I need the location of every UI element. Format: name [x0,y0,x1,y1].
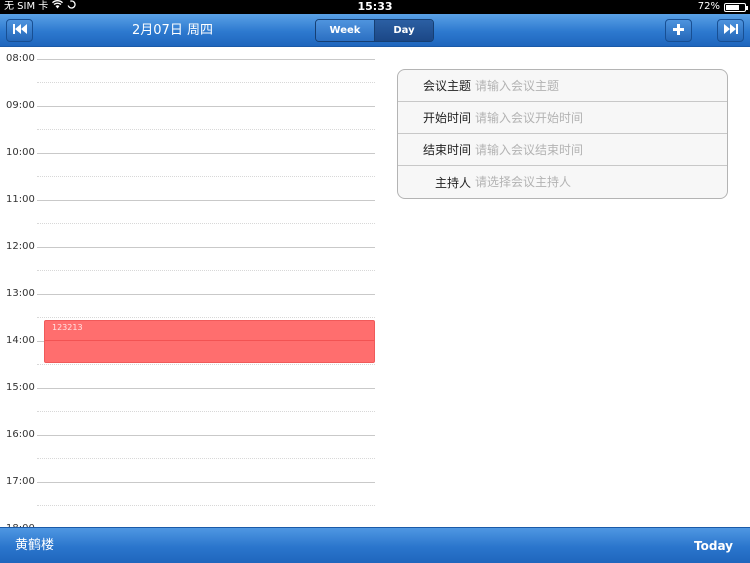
half-hour-gridline [37,82,375,83]
half-hour-gridline [37,270,375,271]
hour-row: 10:00 [0,147,383,200]
form-row-end-time: 结束时间 [398,134,727,166]
meeting-form: 会议主题 开始时间 结束时间 主持人 [397,69,728,199]
plus-icon [673,23,684,38]
hour-row: 11:00 [0,194,383,247]
start-time-label: 开始时间 [422,111,471,125]
host-label: 主持人 [434,175,471,190]
host-input[interactable] [475,175,727,189]
event-title: 123213 [52,323,83,332]
battery-percent: 72% [697,1,720,12]
user-name[interactable]: 黄鹤楼 [15,528,54,563]
hour-row: 15:00 [0,382,383,435]
subject-label: 会议主题 [422,79,471,93]
calendar-event[interactable]: 123213 [44,320,375,363]
hour-gridline [37,294,375,295]
half-hour-gridline [37,505,375,506]
status-right: 72% [697,0,748,14]
top-toolbar: 2月07日 周四 Week Day [0,14,750,47]
half-hour-gridline [37,411,375,412]
half-hour-gridline [37,176,375,177]
status-bar: 无 SIM 卡 15:33 72% [0,0,750,14]
bottom-toolbar: 黄鹤楼 Today [0,527,750,563]
clock: 15:33 [357,0,393,13]
hour-label: 08:00 [6,53,35,64]
hour-row: 17:00 [0,476,383,527]
hour-gridline [37,59,375,60]
hour-gridline [37,200,375,201]
hour-row: 08:00 [0,53,383,106]
event-hour-line [45,340,374,341]
hour-gridline [37,247,375,248]
skip-forward-icon [723,24,738,37]
next-button[interactable] [717,19,744,42]
form-row-subject: 会议主题 [398,70,727,102]
form-row-start-time: 开始时间 [398,102,727,134]
half-hour-gridline [37,364,375,365]
battery-fill [726,4,739,10]
hour-row: 12:00 [0,241,383,294]
hour-gridline [37,388,375,389]
subject-input[interactable] [475,78,727,93]
start-time-input[interactable] [475,110,727,125]
hour-gridline [37,435,375,436]
today-button[interactable]: Today [694,528,733,563]
hour-row: 16:00 [0,429,383,482]
form-row-host: 主持人 [398,166,727,198]
hour-row: 09:00 [0,100,383,153]
hour-gridline [37,153,375,154]
add-button[interactable] [665,19,692,42]
half-hour-gridline [37,317,375,318]
skip-back-icon [12,24,27,37]
half-hour-gridline [37,458,375,459]
tab-day[interactable]: Day [375,20,433,41]
end-time-input[interactable] [475,142,727,157]
hour-gridline [37,106,375,107]
hour-gridline [37,482,375,483]
battery-icon [724,2,748,12]
day-timeline[interactable]: 18:0017:0016:0015:0014:0013:0012:0011:00… [0,48,383,527]
view-switcher: Week Day [315,19,434,42]
end-time-label: 结束时间 [422,143,471,157]
half-hour-gridline [37,129,375,130]
date-title: 2月07日 周四 [132,23,213,38]
tab-week[interactable]: Week [316,20,375,41]
previous-button[interactable] [6,19,33,42]
half-hour-gridline [37,223,375,224]
